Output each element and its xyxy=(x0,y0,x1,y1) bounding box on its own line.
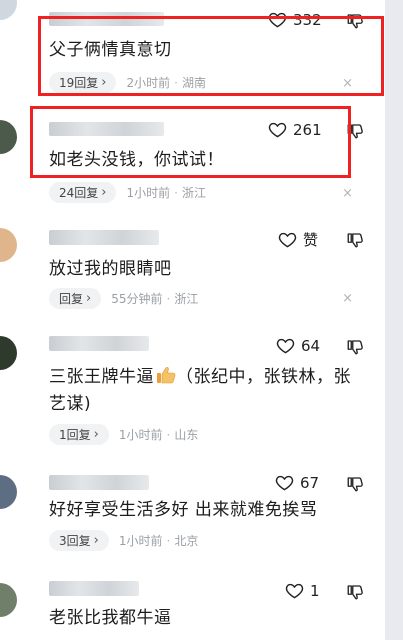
like-count: 赞 xyxy=(303,231,319,249)
comment-meta: 1回复 › 1小时前 · 山东 xyxy=(49,424,198,445)
highlight-box xyxy=(30,106,351,178)
username-blurred xyxy=(49,336,149,351)
heart-icon xyxy=(275,475,294,491)
username-blurred xyxy=(49,230,159,245)
close-icon[interactable]: × xyxy=(342,291,353,306)
dislike-icon[interactable] xyxy=(346,338,364,356)
avatar[interactable] xyxy=(0,228,17,262)
timestamp: 1小时前 xyxy=(118,428,163,442)
close-icon[interactable]: × xyxy=(342,186,353,201)
reply-button[interactable]: 24回复 › xyxy=(49,182,117,203)
reply-button[interactable]: 3回复 › xyxy=(49,530,109,551)
avatar[interactable] xyxy=(0,0,17,20)
like-count: 67 xyxy=(300,473,320,492)
comment-meta: 3回复 › 1小时前 · 北京 xyxy=(49,530,198,551)
heart-icon xyxy=(278,232,297,248)
timestamp: 1小时前 xyxy=(118,534,163,548)
location: 北京 xyxy=(174,534,199,548)
location: 浙江 xyxy=(174,292,199,306)
comment-item[interactable]: 64 三张王牌牛逼 （张纪中，张铁林，张 艺谋) 1回复 › 1小时前 · 山东 xyxy=(0,330,385,455)
thumbs-up-emoji xyxy=(157,367,176,384)
location: 山东 xyxy=(174,428,199,442)
avatar[interactable] xyxy=(0,475,17,509)
comment-text: 三张王牌牛逼 （张纪中，张铁林，张 艺谋) xyxy=(49,367,351,414)
like-button[interactable]: 67 xyxy=(275,473,319,492)
comment-meta: 回复 › 55分钟前 · 浙江 xyxy=(49,288,198,309)
timestamp: 1小时前 xyxy=(126,186,171,200)
scroll-edge xyxy=(385,0,403,640)
username-blurred xyxy=(49,475,149,490)
like-count: 64 xyxy=(301,336,321,355)
heart-icon xyxy=(276,338,295,354)
highlight-box xyxy=(38,16,384,96)
comment-item[interactable]: 1 老张比我都牛逼 xyxy=(0,575,385,640)
comment-item[interactable]: 67 好好享受生活多好 出来就难免挨骂 3回复 › 1小时前 · 北京 xyxy=(0,465,385,565)
dislike-icon[interactable] xyxy=(346,583,364,601)
like-count: 1 xyxy=(310,581,320,600)
comment-meta: 24回复 › 1小时前 · 浙江 xyxy=(49,182,206,203)
comment-list: 332 父子俩情真意切 19回复 › 2小时前 · 湖南 × 261 如老头没钱，你试… xyxy=(0,0,403,640)
comment-text: 放过我的眼睛吧 xyxy=(49,259,172,279)
reply-button[interactable]: 回复 › xyxy=(49,288,102,309)
like-button[interactable]: 赞 xyxy=(278,229,318,250)
like-button[interactable]: 64 xyxy=(276,336,320,355)
avatar[interactable] xyxy=(0,583,17,617)
comment-text: 好好享受生活多好 出来就难免挨骂 xyxy=(49,500,318,520)
dislike-icon[interactable] xyxy=(346,475,364,493)
avatar[interactable] xyxy=(0,336,17,370)
comment-text: 老张比我都牛逼 xyxy=(49,608,172,628)
heart-icon xyxy=(285,583,304,599)
avatar[interactable] xyxy=(0,120,17,154)
dislike-icon[interactable] xyxy=(346,231,364,249)
like-button[interactable]: 1 xyxy=(285,581,320,600)
comment-item[interactable]: 赞 放过我的眼睛吧 回复 › 55分钟前 · 浙江 × xyxy=(0,220,385,320)
username-blurred xyxy=(49,581,139,596)
timestamp: 55分钟前 xyxy=(111,292,163,306)
reply-button[interactable]: 1回复 › xyxy=(49,424,109,445)
location: 浙江 xyxy=(181,186,206,200)
